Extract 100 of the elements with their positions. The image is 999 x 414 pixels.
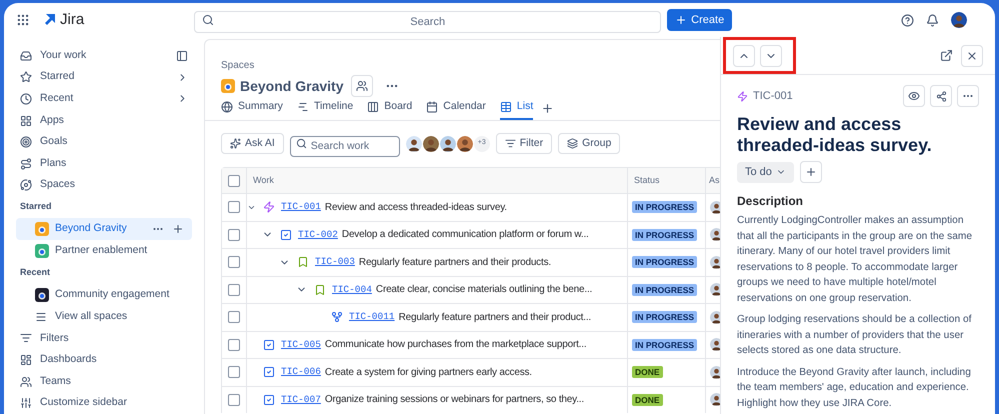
- status-lozenge: IN PROGRESS: [632, 228, 698, 241]
- sidebar-item[interactable]: Goals: [16, 131, 192, 153]
- column-header: Status: [634, 174, 660, 187]
- watch-button[interactable]: [903, 85, 925, 107]
- checkbox[interactable]: [228, 201, 240, 214]
- close-button[interactable]: [961, 44, 983, 66]
- description-paragraph: Group lodging reservations should be a collection of itineraries with a number of providers that the user selects stored as one data structure.: [737, 313, 972, 358]
- search-icon: [296, 138, 307, 149]
- checkbox-icon: [262, 366, 274, 378]
- star-icon: [20, 71, 32, 84]
- checkbox-icon: [280, 228, 292, 241]
- space-item[interactable]: Partner enablement: [16, 240, 192, 262]
- tab[interactable]: List: [500, 99, 534, 120]
- ask-ai-button[interactable]: Ask AI: [221, 133, 284, 154]
- next-button[interactable]: [760, 44, 782, 66]
- checkbox[interactable]: [228, 256, 240, 268]
- space-title: Beyond Gravity: [240, 76, 344, 96]
- checkbox[interactable]: [228, 174, 240, 186]
- issue-summary: Develop a dedicated communication platform or forum w...: [342, 228, 589, 242]
- issue-key[interactable]: TIC-001: [753, 88, 793, 104]
- avatar: [710, 200, 720, 214]
- sidebar-item[interactable]: View all spaces: [16, 306, 192, 328]
- issue-key-link[interactable]: TIC-004: [332, 282, 372, 297]
- space-logo-icon: [35, 288, 49, 302]
- avatar: [710, 393, 720, 406]
- status-lozenge: IN PROGRESS: [632, 201, 698, 214]
- checkbox[interactable]: [228, 284, 240, 296]
- description-paragraph: Currently LodgingController makes an assumption that all the participants in the group are on the same itinerary. Many of our hotel travel providers limit reservations to 8 people. To accommodate larger groups we need to have multiple hotel/motel reservations on one group reservation.: [737, 214, 974, 306]
- orbit-icon: [20, 179, 32, 192]
- checkbox[interactable]: [228, 394, 240, 406]
- issue-title: Review and access threaded-ideas survey.: [737, 114, 933, 156]
- sidebar-item[interactable]: Plans: [16, 152, 192, 174]
- column-header: Work: [253, 174, 274, 187]
- close-icon: [966, 50, 978, 62]
- group-button[interactable]: Group: [558, 133, 620, 154]
- globe-icon: [221, 101, 233, 114]
- eye-icon: [908, 90, 920, 102]
- app-switcher-icon[interactable]: [16, 13, 30, 27]
- sidebar-item[interactable]: Customize sidebar: [16, 392, 192, 414]
- sidebar-item[interactable]: Dashboards: [16, 349, 192, 371]
- tab[interactable]: Calendar: [426, 99, 486, 120]
- notification-bell-icon[interactable]: [926, 14, 939, 26]
- dashboard-icon: [20, 354, 32, 366]
- column-header: As: [709, 174, 720, 187]
- create-button[interactable]: Create: [667, 9, 732, 31]
- add-button[interactable]: [800, 161, 822, 183]
- issue-key-link[interactable]: TIC-005: [281, 338, 321, 352]
- status-dropdown[interactable]: To do: [737, 162, 794, 182]
- tab[interactable]: Board: [367, 99, 412, 120]
- issue-key-link[interactable]: TIC-006: [281, 365, 321, 380]
- inbox-icon: [20, 50, 32, 62]
- route-icon: [20, 158, 32, 170]
- checkbox[interactable]: [228, 228, 240, 241]
- breadcrumb[interactable]: Spaces: [221, 58, 720, 73]
- tab[interactable]: Summary: [221, 99, 283, 120]
- clock-icon: [20, 92, 32, 105]
- avatar: [710, 283, 720, 296]
- sparkle-icon: [230, 138, 241, 149]
- share-button[interactable]: [930, 85, 952, 107]
- people-button[interactable]: [351, 75, 374, 97]
- external-link-icon[interactable]: [940, 49, 953, 62]
- sidebar-item[interactable]: Apps: [16, 110, 192, 132]
- issue-key-link[interactable]: TIC-0011: [349, 310, 395, 324]
- list-icon: [35, 310, 47, 323]
- lightning-icon: [262, 201, 274, 214]
- add-tab-icon[interactable]: [541, 102, 554, 115]
- space-item[interactable]: Beyond Gravity: [16, 218, 192, 240]
- sidebar-item[interactable]: Filters: [16, 328, 192, 350]
- plus-icon[interactable]: [172, 223, 184, 236]
- checkbox[interactable]: [228, 311, 240, 324]
- sidebar-item[interactable]: Your work: [16, 45, 192, 67]
- status-lozenge: IN PROGRESS: [632, 284, 698, 296]
- sidebar-item[interactable]: Spaces: [16, 174, 192, 196]
- help-icon[interactable]: [901, 14, 914, 26]
- avatar: [710, 366, 720, 379]
- filter-button[interactable]: Filter: [496, 133, 552, 154]
- sidebar-item[interactable]: Starred: [16, 66, 192, 88]
- tab[interactable]: Timeline: [296, 99, 354, 120]
- avatar: [406, 136, 422, 152]
- issue-key-link[interactable]: TIC-002: [298, 228, 338, 242]
- sidebar-item[interactable]: Recent: [16, 88, 192, 110]
- checkbox[interactable]: [228, 338, 240, 351]
- status-lozenge: DONE: [632, 394, 663, 406]
- columns-icon: [367, 101, 380, 114]
- issue-key-link[interactable]: TIC-007: [281, 392, 321, 407]
- space-item[interactable]: Community engagement: [16, 284, 192, 306]
- search-field[interactable]: Search work: [290, 136, 400, 156]
- issue-key-link[interactable]: TIC-003: [315, 255, 355, 270]
- space-logo-icon: [35, 244, 49, 258]
- status-lozenge: IN PROGRESS: [632, 256, 698, 268]
- issue-summary: Organize training sessions or webinars for partners, so they...: [324, 393, 584, 408]
- checkbox[interactable]: [228, 366, 240, 378]
- bookmark-icon: [314, 284, 326, 296]
- avatar: [710, 256, 720, 269]
- previous-button[interactable]: [733, 44, 755, 66]
- sidebar-item[interactable]: Teams: [16, 370, 192, 392]
- collapse-sidebar-icon[interactable]: [176, 50, 188, 62]
- space-logo-icon: [35, 222, 49, 236]
- status-lozenge: DONE: [632, 366, 663, 378]
- issue-key-link[interactable]: TIC-001: [281, 200, 321, 214]
